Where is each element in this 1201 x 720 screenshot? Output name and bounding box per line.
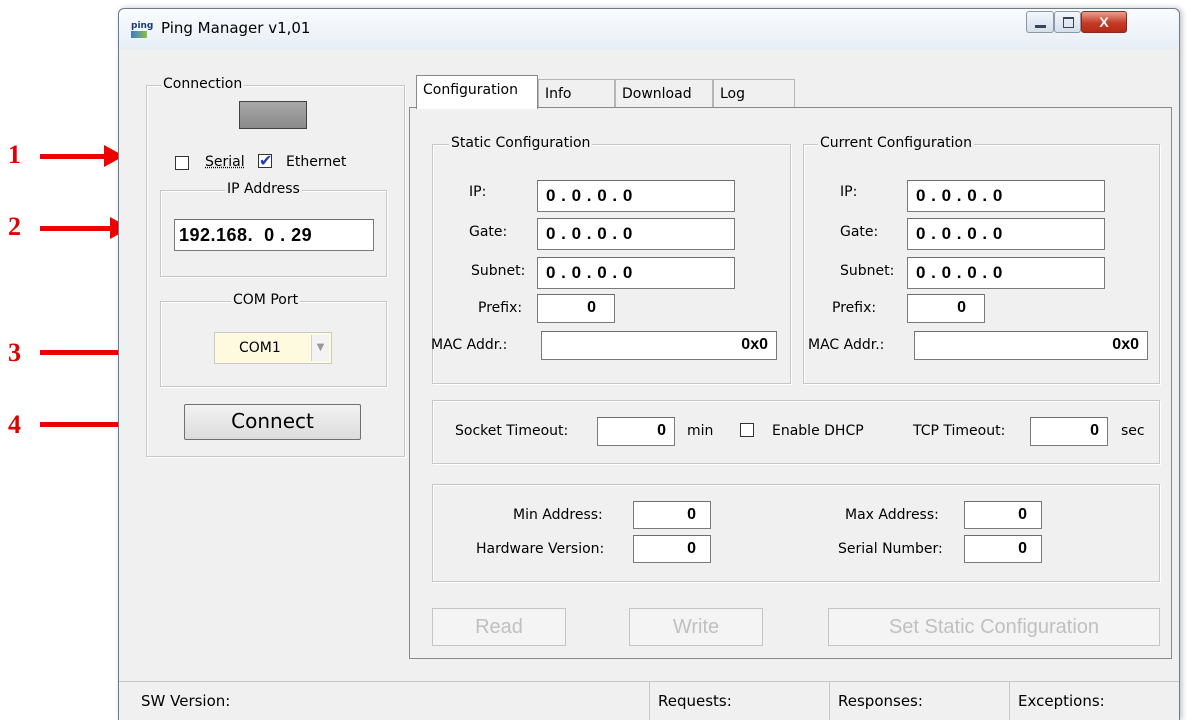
static-subnet-label: Subnet: [471, 263, 526, 279]
com-port-value: COM1 [239, 340, 281, 356]
title-bar[interactable]: ping Ping Manager v1,01 X [119, 9, 1179, 49]
timeouts-group: Socket Timeout: 0 min Enable DHCP TCP Ti… [432, 400, 1160, 464]
responses-status: Responses: [829, 682, 1007, 720]
static-ip-input[interactable]: 0 . 0 . 0 . 0 [537, 180, 735, 212]
com-port-group-label: COM Port [231, 292, 301, 308]
window-title: Ping Manager v1,01 [161, 19, 311, 37]
com-port-group: COM Port COM1 ▼ [160, 292, 387, 387]
ip-address-group-label: IP Address [225, 181, 302, 197]
hardware-version-value: 0 [633, 535, 711, 563]
write-button[interactable]: Write [629, 608, 763, 646]
current-configuration-group: Current Configuration IP: 0 . 0 . 0 . 0 … [803, 135, 1160, 384]
exceptions-status: Exceptions: [1009, 682, 1179, 720]
configuration-tab-panel: Static Configuration IP: 0 . 0 . 0 . 0 G… [409, 107, 1172, 659]
current-gate-input[interactable]: 0 . 0 . 0 . 0 [907, 218, 1105, 250]
socket-timeout-input[interactable]: 0 [597, 417, 675, 446]
tcp-timeout-label: TCP Timeout: [913, 423, 1006, 439]
static-ip-label: IP: [469, 184, 487, 200]
static-prefix-input[interactable]: 0 [537, 294, 615, 323]
serial-checkbox[interactable] [175, 156, 189, 170]
close-icon: X [1099, 14, 1109, 30]
sw-version-status: SW Version: [141, 692, 231, 710]
static-gate-input[interactable]: 0 . 0 . 0 . 0 [537, 218, 735, 250]
connection-group: Connection Serial ✔ Ethernet IP Address … [146, 76, 405, 457]
ip-address-input[interactable]: 192.168. 0 . 29 [174, 219, 374, 251]
current-prefix-label: Prefix: [832, 300, 877, 316]
static-prefix-label: Prefix: [478, 300, 523, 316]
annotation-4: 4 [8, 410, 21, 439]
tab-configuration[interactable]: Configuration [416, 75, 538, 109]
current-subnet-label: Subnet: [840, 263, 895, 279]
tcp-timeout-unit: sec [1121, 423, 1145, 439]
close-button[interactable]: X [1081, 11, 1127, 33]
current-ip-input[interactable]: 0 . 0 . 0 . 0 [907, 180, 1105, 212]
min-address-label: Min Address: [513, 507, 603, 523]
requests-status: Requests: [649, 682, 827, 720]
static-mac-label: MAC Addr.: [431, 337, 508, 353]
serial-number-value: 0 [964, 535, 1042, 563]
static-configuration-group: Static Configuration IP: 0 . 0 . 0 . 0 G… [431, 135, 791, 384]
current-mac-label: MAC Addr.: [808, 337, 885, 353]
enable-dhcp-checkbox[interactable] [740, 423, 754, 437]
max-address-value: 0 [964, 501, 1042, 529]
annotation-arrow-1 [40, 145, 124, 167]
serial-number-label: Serial Number: [838, 541, 943, 557]
ethernet-label: Ethernet [286, 154, 347, 170]
connection-group-label: Connection [161, 76, 245, 92]
current-gate-label: Gate: [840, 224, 879, 240]
connect-button[interactable]: Connect [184, 404, 361, 440]
tab-download[interactable]: Download [615, 79, 713, 109]
socket-timeout-unit: min [687, 423, 714, 439]
min-address-value: 0 [633, 501, 711, 529]
annotation-1: 1 [8, 140, 21, 169]
ethernet-checkbox[interactable]: ✔ [258, 153, 272, 169]
annotation-2: 2 [8, 212, 21, 241]
current-prefix-input[interactable]: 0 [907, 294, 985, 323]
app-window: ping Ping Manager v1,01 X Connection Ser… [118, 8, 1180, 720]
maximize-button[interactable] [1054, 11, 1081, 33]
max-address-label: Max Address: [845, 507, 939, 523]
connection-status-indicator [239, 101, 307, 129]
chevron-down-icon[interactable]: ▼ [311, 335, 329, 361]
static-subnet-input[interactable]: 0 . 0 . 0 . 0 [537, 257, 735, 289]
serial-label: Serial [205, 154, 245, 170]
static-configuration-title: Static Configuration [449, 135, 593, 151]
app-icon: ping [131, 22, 153, 39]
minimize-button[interactable] [1026, 11, 1054, 33]
device-info-group: Min Address: 0 Max Address: 0 Hardware V… [432, 484, 1160, 582]
set-static-configuration-button[interactable]: Set Static Configuration [828, 608, 1160, 646]
current-configuration-title: Current Configuration [818, 135, 974, 151]
annotation-arrow-2 [40, 217, 130, 239]
current-mac-input[interactable]: 0x0 [914, 331, 1148, 360]
status-bar: SW Version: Requests: Responses: Excepti… [119, 681, 1179, 720]
tab-log[interactable]: Log [713, 79, 795, 109]
current-subnet-input[interactable]: 0 . 0 . 0 . 0 [907, 257, 1105, 289]
com-port-select[interactable]: COM1 ▼ [214, 332, 332, 364]
annotation-3: 3 [8, 338, 21, 367]
enable-dhcp-label: Enable DHCP [772, 423, 864, 439]
hardware-version-label: Hardware Version: [476, 541, 605, 557]
tcp-timeout-input[interactable]: 0 [1030, 417, 1108, 446]
tab-info[interactable]: Info [538, 79, 615, 109]
static-gate-label: Gate: [469, 224, 508, 240]
current-ip-label: IP: [840, 184, 858, 200]
read-button[interactable]: Read [432, 608, 566, 646]
ip-address-group: IP Address 192.168. 0 . 29 [160, 181, 387, 277]
socket-timeout-label: Socket Timeout: [455, 423, 569, 439]
static-mac-input[interactable]: 0x0 [541, 331, 777, 360]
